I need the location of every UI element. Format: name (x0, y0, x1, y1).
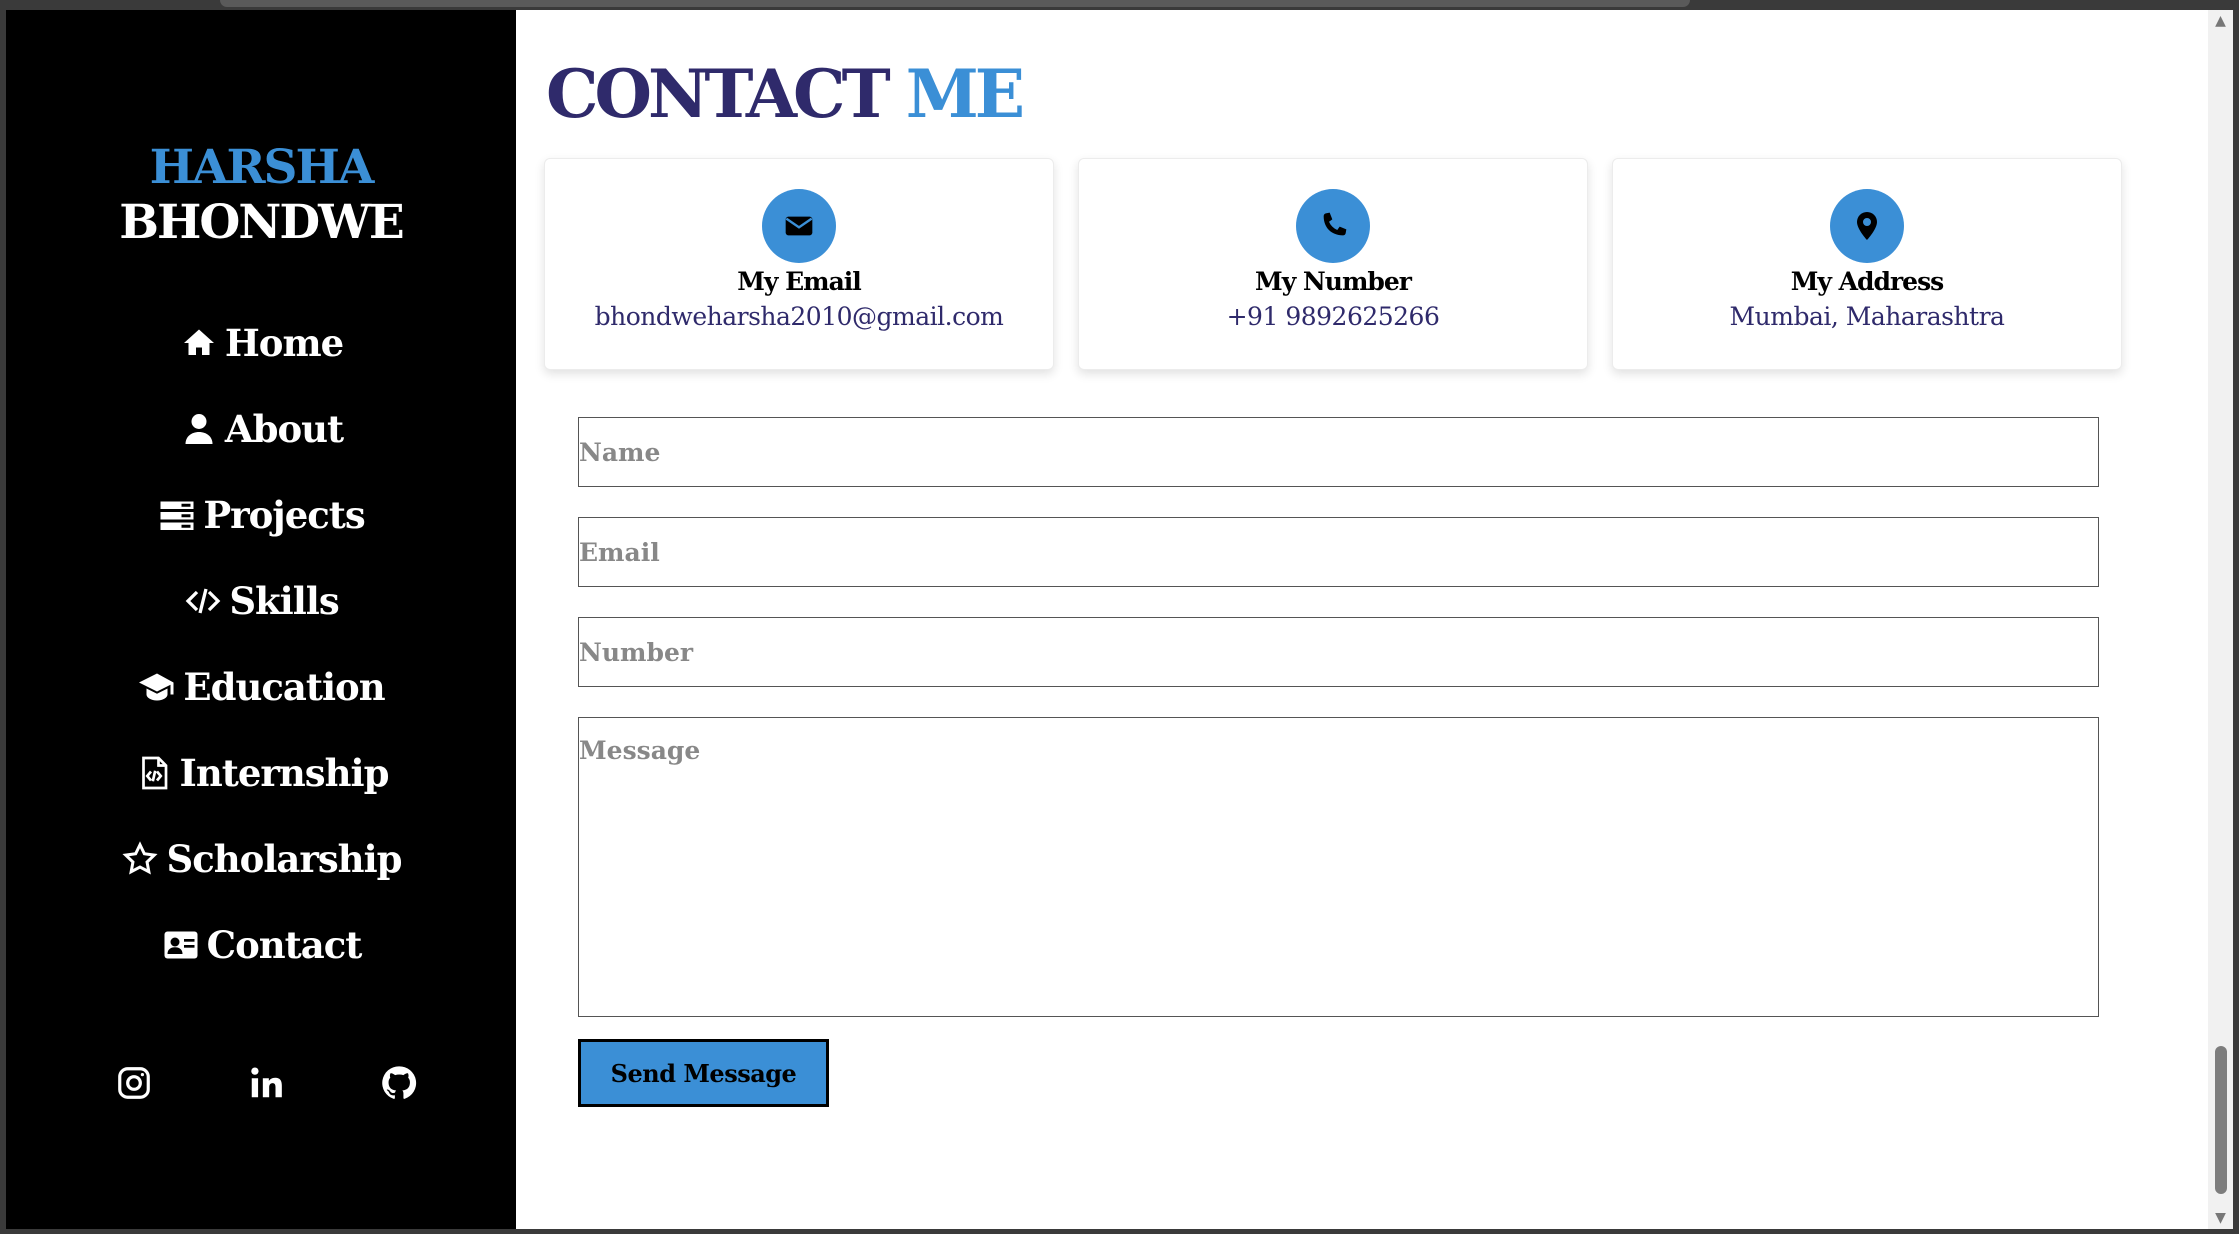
file-code-icon (134, 753, 174, 793)
card-title: My Email (737, 267, 862, 296)
sidebar-item-label: Scholarship (166, 837, 402, 881)
window-top-bar (220, 0, 1690, 7)
envelope-icon (762, 189, 836, 263)
email-value[interactable]: bhondweharsha2010@gmail.com (545, 302, 1053, 331)
brand-first-name: HARSHA (149, 140, 375, 195)
scroll-up-arrow-icon[interactable]: ▲ (2208, 10, 2233, 32)
sidebar-item-projects[interactable]: Projects (6, 472, 516, 558)
sidebar-item-home[interactable]: Home (6, 300, 516, 386)
server-icon (157, 495, 197, 535)
sidebar-item-contact[interactable]: Contact (6, 902, 516, 988)
number-card: My Number +91 9892625266 (1078, 158, 1588, 370)
browser-frame: HARSHA BHONDWE Home About Projects Skill… (0, 0, 2239, 1234)
user-icon (179, 409, 219, 449)
card-title: My Address (1790, 267, 1945, 296)
name-field[interactable] (578, 417, 2099, 487)
brand-last-name: BHONDWE (119, 195, 404, 250)
send-message-button[interactable]: Send Message (578, 1039, 829, 1107)
phone-icon (1296, 189, 1370, 263)
vertical-scrollbar[interactable]: ▲ ▼ (2208, 10, 2233, 1229)
sidebar-item-label: Projects (203, 493, 365, 537)
title-main: CONTACT (546, 55, 891, 133)
sidebar-item-label: Education (183, 665, 385, 709)
sidebar-item-label: About (224, 407, 344, 451)
page-window: HARSHA BHONDWE Home About Projects Skill… (6, 10, 2233, 1229)
sidebar: HARSHA BHONDWE Home About Projects Skill… (6, 10, 516, 1229)
sidebar-nav: Home About Projects Skills Education Int… (6, 300, 516, 988)
instagram-icon[interactable] (111, 1060, 157, 1106)
title-accent: ME (905, 55, 1025, 133)
sidebar-item-label: Home (224, 321, 344, 365)
page-title: CONTACT ME (546, 55, 1025, 133)
github-icon[interactable] (376, 1060, 422, 1106)
code-icon (183, 581, 223, 621)
email-card: My Email bhondweharsha2010@gmail.com (544, 158, 1054, 370)
sidebar-item-label: Contact (206, 923, 363, 967)
address-card-icon (161, 925, 201, 965)
contact-section: CONTACT ME My Email bhondweharsha2010@gm… (516, 10, 2208, 1229)
linkedin-icon[interactable] (243, 1060, 289, 1106)
sidebar-item-education[interactable]: Education (6, 644, 516, 730)
card-title: My Number (1255, 267, 1412, 296)
email-field[interactable] (578, 517, 2099, 587)
map-pin-icon (1830, 189, 1904, 263)
address-value: Mumbai, Maharashtra (1729, 302, 2005, 331)
number-field[interactable] (578, 617, 2099, 687)
star-icon (120, 839, 160, 879)
sidebar-item-skills[interactable]: Skills (6, 558, 516, 644)
scroll-down-arrow-icon[interactable]: ▼ (2208, 1207, 2233, 1229)
sidebar-item-label: Internship (179, 751, 390, 795)
message-field[interactable] (578, 717, 2099, 1017)
social-links (6, 1060, 516, 1120)
number-value[interactable]: +91 9892625266 (1079, 302, 1587, 331)
sidebar-item-internship[interactable]: Internship (6, 730, 516, 816)
sidebar-item-about[interactable]: About (6, 386, 516, 472)
address-card: My Address Mumbai, Maharashtra (1612, 158, 2122, 370)
sidebar-item-scholarship[interactable]: Scholarship (6, 816, 516, 902)
scrollbar-thumb[interactable] (2215, 1046, 2227, 1194)
sidebar-item-label: Skills (229, 579, 339, 623)
brand-logo[interactable]: HARSHA BHONDWE (6, 140, 516, 250)
graduation-cap-icon (137, 667, 177, 707)
home-icon (179, 323, 219, 363)
